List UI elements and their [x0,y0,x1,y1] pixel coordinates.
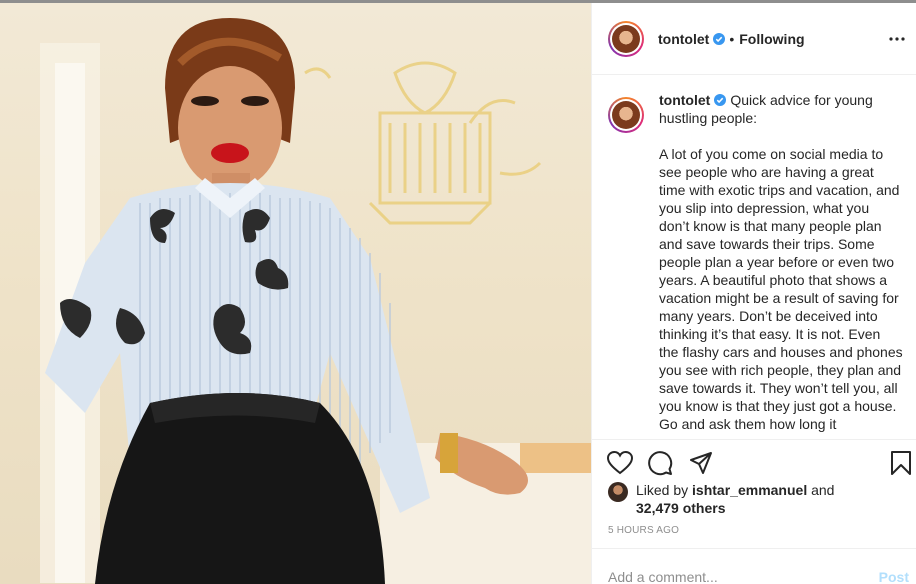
share-icon[interactable] [687,449,715,477]
comment-input[interactable] [608,569,848,584]
caption-username[interactable]: tontolet [659,92,710,108]
caption-text: Quick advice for young hustling people: … [659,92,903,432]
author-avatar[interactable] [608,20,644,57]
likes-prefix: Liked by [636,482,689,498]
more-options-icon[interactable] [885,27,909,51]
liker-username[interactable]: ishtar_emmanuel [692,482,807,498]
likes-and: and [811,482,835,498]
following-button[interactable]: Following [739,31,804,47]
post-photo-illustration [40,18,591,584]
author-meta: tontolet • Following [658,31,805,47]
header-separator: • [729,30,735,47]
post-sidebar: tontolet • Following tontolet Quick advic… [591,3,916,584]
action-bar [592,439,916,483]
post-header: tontolet • Following [592,3,916,75]
likes-count[interactable]: 32,479 others [636,500,726,516]
comment-bar: Post [592,548,916,584]
caption-section[interactable]: tontolet Quick advice for young hustling … [592,75,916,439]
heart-icon[interactable] [606,449,634,477]
caption-author-avatar[interactable] [608,97,644,133]
post-comment-button[interactable]: Post [879,569,909,584]
comment-icon[interactable] [646,449,674,477]
post-timestamp[interactable]: 5 HOURS AGO [608,525,679,536]
post-photo[interactable] [0,3,591,584]
caption-body: tontolet Quick advice for young hustling … [659,91,903,433]
likes-text: Liked by ishtar_emmanuel and 32,479 othe… [636,481,908,517]
verified-badge-icon [713,32,726,45]
verified-badge-icon [714,94,727,106]
author-username[interactable]: tontolet [658,31,709,47]
bookmark-icon[interactable] [887,449,915,477]
likes-summary[interactable]: Liked by ishtar_emmanuel and 32,479 othe… [608,481,908,517]
liker-avatar[interactable] [608,482,628,502]
